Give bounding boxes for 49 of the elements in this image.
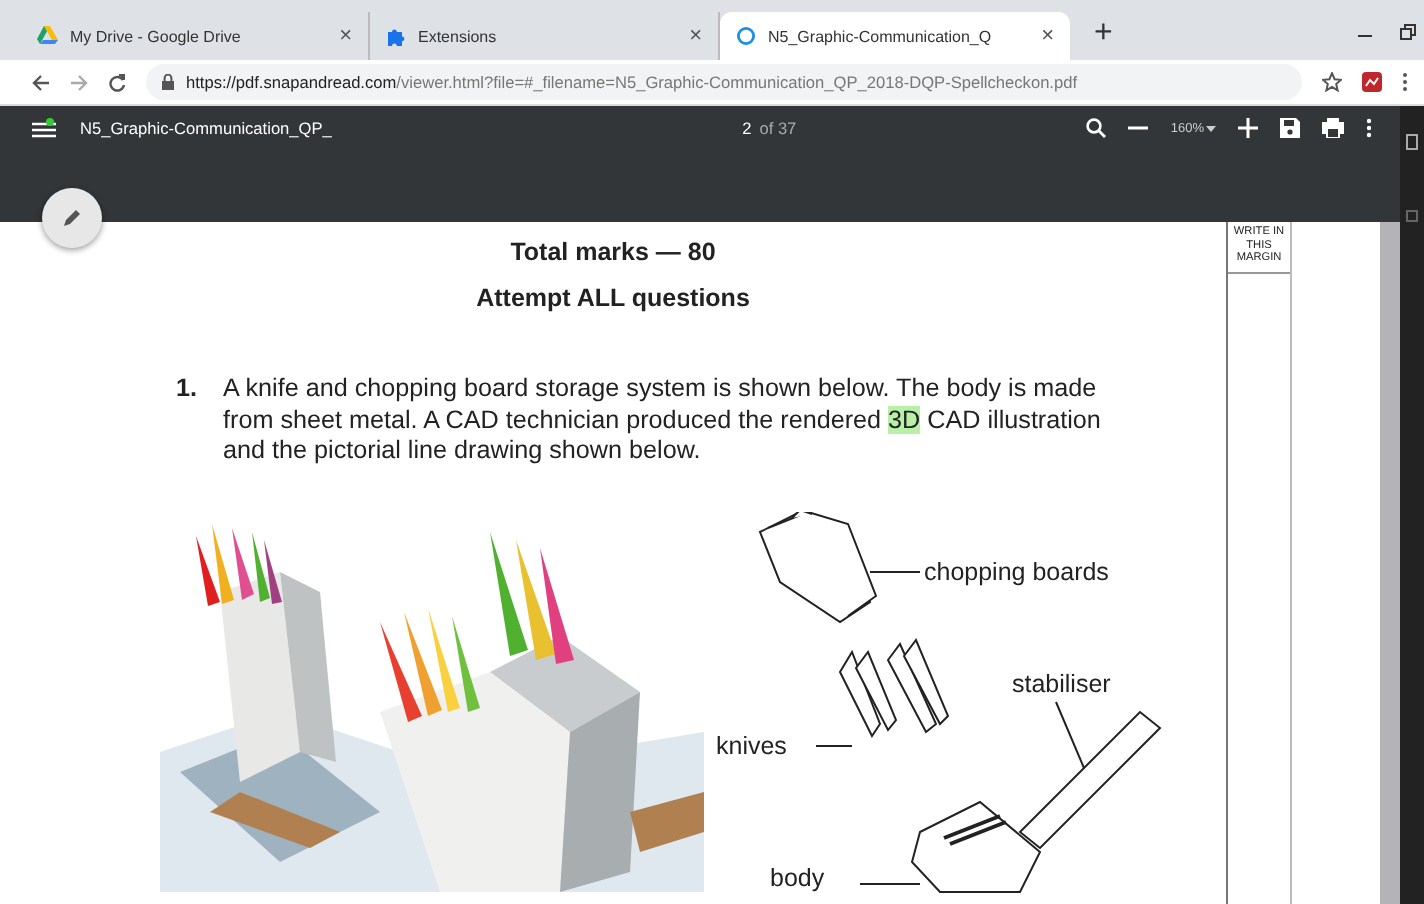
document-title: N5_Graphic-Communication_QP_ bbox=[80, 118, 332, 138]
question-number: 1. bbox=[176, 374, 198, 406]
extension-icon[interactable] bbox=[1362, 72, 1382, 92]
pencil-icon bbox=[62, 208, 82, 228]
body-drawing bbox=[910, 799, 1042, 892]
reload-icon[interactable] bbox=[108, 73, 126, 91]
page-count: of 37 bbox=[759, 118, 797, 138]
annotate-button[interactable] bbox=[42, 188, 102, 248]
tab-close-button[interactable]: × bbox=[689, 24, 702, 48]
menu-icon[interactable] bbox=[32, 118, 56, 140]
leader-line bbox=[869, 570, 921, 572]
chopping-boards-drawing bbox=[758, 511, 878, 623]
sidebar-icon[interactable] bbox=[1406, 134, 1418, 150]
instruction-heading: Attempt ALL questions bbox=[476, 284, 750, 312]
lock-icon bbox=[162, 74, 174, 90]
tab-close-button[interactable]: × bbox=[339, 24, 352, 48]
loading-ring-icon bbox=[736, 26, 756, 46]
total-marks-heading: Total marks — 80 bbox=[510, 238, 716, 266]
puzzle-icon bbox=[386, 26, 406, 46]
browser-tab[interactable]: N5_Graphic-Communication_Q × bbox=[720, 12, 1070, 60]
drive-icon bbox=[36, 26, 58, 46]
save-icon[interactable] bbox=[1280, 118, 1300, 138]
page-number-field[interactable]: 2 bbox=[742, 118, 752, 138]
leader-line bbox=[859, 882, 921, 884]
figure-label: knives bbox=[716, 731, 787, 759]
question-text: A knife and chopping board storage system is shown below. The body is made from sheet metal. A CAD technician produced the rendered 3D CAD illustration and the pictorial line drawing shown below. bbox=[223, 374, 1103, 467]
back-icon[interactable] bbox=[32, 73, 50, 91]
search-icon[interactable] bbox=[1086, 118, 1107, 138]
menu-icon[interactable] bbox=[1402, 72, 1408, 92]
new-tab-button[interactable]: + bbox=[1086, 16, 1121, 52]
tab-title: My Drive - Google Drive bbox=[70, 27, 243, 45]
restore-icon[interactable] bbox=[1400, 24, 1416, 40]
zoom-in-icon[interactable] bbox=[1238, 118, 1258, 138]
leader-line bbox=[815, 744, 853, 746]
more-icon[interactable] bbox=[1366, 118, 1372, 138]
figure-label: chopping boards bbox=[924, 557, 1109, 585]
tab-title: N5_Graphic-Communication_Q bbox=[768, 27, 994, 45]
stabiliser-drawing bbox=[1018, 709, 1162, 849]
figure-label: stabiliser bbox=[1012, 669, 1111, 697]
scrollbar-track[interactable] bbox=[1380, 222, 1400, 904]
print-icon[interactable] bbox=[1322, 118, 1344, 138]
caret-icon[interactable] bbox=[1206, 125, 1216, 131]
leader-line bbox=[1055, 700, 1085, 768]
knives-drawing bbox=[838, 637, 950, 737]
figure-label: body bbox=[770, 863, 825, 891]
tab-close-button[interactable]: × bbox=[1041, 24, 1054, 48]
address-field[interactable]: https://pdf.snapandread.com/viewer.html?file=#_filename=N5_Graphic-Communication_QP_2018-DQP-Spellcheckon.pdf bbox=[146, 64, 1302, 100]
tab-title: Extensions bbox=[418, 27, 499, 45]
star-icon[interactable] bbox=[1322, 72, 1342, 92]
